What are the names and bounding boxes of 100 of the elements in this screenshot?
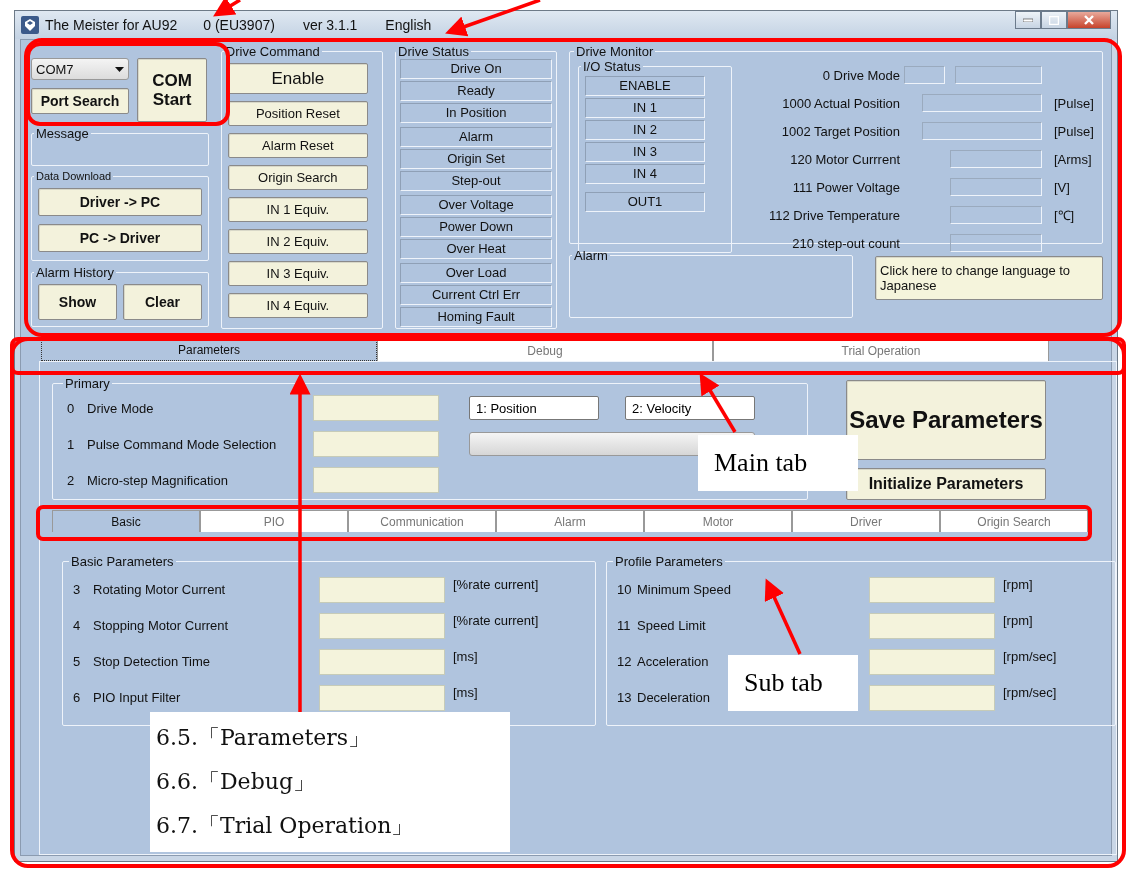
download-button[interactable]: Driver -> PC [38, 188, 202, 216]
parameter-label: 12 Acceleration [617, 653, 709, 671]
close-icon [1084, 15, 1094, 25]
unit-label: [%rate current] [452, 613, 540, 630]
main-tab[interactable]: Parameters [41, 339, 377, 361]
parameter-label: 2 Micro-step Magnification [67, 472, 229, 488]
enable-button[interactable]: Enable [227, 63, 368, 94]
sub-tab[interactable]: Origin Search [940, 510, 1088, 532]
sub-tab[interactable]: PIO [200, 510, 348, 532]
status-indicator: Homing Fault [400, 307, 552, 327]
unit-label: [%rate current] [452, 577, 540, 594]
group-title: Profile Parameters [614, 554, 724, 569]
parameter-field[interactable] [319, 649, 445, 675]
status-indicator: IN 4 [585, 164, 705, 184]
parameter-field[interactable] [869, 685, 995, 711]
status-indicator: Drive On [400, 59, 552, 79]
port-search-button[interactable]: Port Search [31, 88, 129, 114]
command-button[interactable]: IN 3 Equiv. [227, 261, 368, 286]
status-indicator: OUT1 [585, 192, 705, 212]
close-button[interactable] [1067, 11, 1111, 29]
option-button[interactable]: 2: Velocity [625, 396, 755, 420]
command-button[interactable]: IN 4 Equiv. [227, 293, 368, 318]
status-indicator: ENABLE [585, 76, 705, 96]
sub-tab[interactable]: Communication [348, 510, 496, 532]
readout-label: 0 Drive Mode [821, 67, 901, 83]
status-indicator: Origin Set [400, 149, 552, 169]
readout-field [904, 66, 945, 84]
section-reference: 6.5.「Parameters」 [156, 724, 372, 752]
save-parameters-button[interactable]: Save Parameters [846, 380, 1046, 460]
section-reference: 6.7.「Trial Operation」 [156, 812, 415, 840]
parameter-label: 4 Stopping Motor Current [73, 617, 229, 635]
unit-label: [rpm] [1002, 613, 1034, 630]
port-dropdown[interactable]: COM7 [31, 58, 129, 80]
parameter-field[interactable] [869, 649, 995, 675]
status-indicator: IN 1 [585, 98, 705, 118]
parameter-field[interactable] [313, 431, 439, 457]
group-title: Basic Parameters [70, 554, 175, 569]
minimize-icon [1023, 18, 1033, 22]
group-title: Alarm [573, 248, 609, 263]
readout-label: 120 Motor Currrent [789, 151, 901, 167]
parameter-field[interactable] [869, 577, 995, 603]
section-reference: 6.6.「Debug」 [156, 768, 316, 796]
callout-label: Main tab [698, 435, 858, 491]
window-title: 0 (EU3907) [203, 17, 275, 33]
command-button[interactable]: Origin Search [227, 165, 368, 190]
dropdown-caret-icon [115, 66, 124, 72]
group-title: Alarm History [35, 265, 115, 280]
parameter-label: 5 Stop Detection Time [73, 653, 211, 671]
initialize-parameters-button[interactable]: Initialize Parameters [846, 468, 1046, 500]
sub-tab[interactable]: Motor [644, 510, 792, 532]
unit-label: [Arms] [1053, 151, 1092, 167]
group-title: I/O Status [582, 59, 642, 74]
unit-label: [rpm] [1002, 577, 1034, 594]
unit-label: [rpm/sec] [1002, 685, 1058, 702]
alarm-history-button[interactable]: Show [38, 284, 117, 320]
group-title: Drive Status [397, 44, 470, 59]
minimize-button[interactable] [1015, 11, 1041, 29]
parameter-field[interactable] [313, 467, 439, 493]
language-button[interactable]: Click here to change language to Japanese [875, 256, 1103, 300]
command-button[interactable]: Position Reset [227, 101, 368, 126]
readout-label: 210 step-out count [791, 235, 901, 251]
command-button[interactable]: IN 2 Equiv. [227, 229, 368, 254]
maximize-button[interactable] [1041, 11, 1067, 29]
main-tab[interactable]: Debug [377, 339, 713, 361]
status-indicator: Current Ctrl Err [400, 285, 552, 305]
status-indicator: Ready [400, 81, 552, 101]
maximize-icon [1049, 15, 1059, 25]
parameter-label: 1 Pulse Command Mode Selection [67, 436, 278, 452]
command-button[interactable]: Alarm Reset [227, 133, 368, 158]
parameter-label: 13 Deceleration [617, 689, 710, 707]
annotation-arrow [213, 0, 241, 17]
unit-label: [ms] [452, 685, 479, 702]
annotation-arrow [699, 373, 737, 433]
status-indicator: IN 3 [585, 142, 705, 162]
status-indicator: Power Down [400, 217, 552, 237]
download-button[interactable]: PC -> Driver [38, 224, 202, 252]
status-indicator: Over Voltage [400, 195, 552, 215]
status-indicator: Alarm [400, 127, 552, 147]
parameter-field[interactable] [869, 613, 995, 639]
status-indicator: IN 2 [585, 120, 705, 140]
callout-label: Sub tab [728, 655, 858, 711]
parameter-field[interactable] [313, 395, 439, 421]
unit-label: [Pulse] [1053, 95, 1092, 111]
group-title: Data Download [35, 170, 113, 182]
option-button[interactable]: 1: Position [469, 396, 599, 420]
sub-tab[interactable]: Basic [52, 510, 200, 532]
sub-tab[interactable]: Alarm [496, 510, 644, 532]
readout-label: 111 Power Voltage [791, 179, 901, 195]
alarm-history-button[interactable]: Clear [122, 284, 202, 320]
parameter-field[interactable] [319, 613, 445, 639]
readout-label: 112 Drive Temperature [767, 207, 901, 223]
parameter-field[interactable] [319, 685, 445, 711]
com-start-button[interactable]: COM Start [137, 58, 207, 122]
parameter-label: 3 Rotating Motor Current [73, 581, 226, 599]
sub-tab[interactable]: Driver [792, 510, 940, 532]
parameter-field[interactable] [319, 577, 445, 603]
main-tab[interactable]: Trial Operation [713, 339, 1049, 361]
command-button[interactable]: IN 1 Equiv. [227, 197, 368, 222]
parameter-label: 10 Minimum Speed [617, 581, 731, 599]
group-title: Message [35, 126, 90, 141]
